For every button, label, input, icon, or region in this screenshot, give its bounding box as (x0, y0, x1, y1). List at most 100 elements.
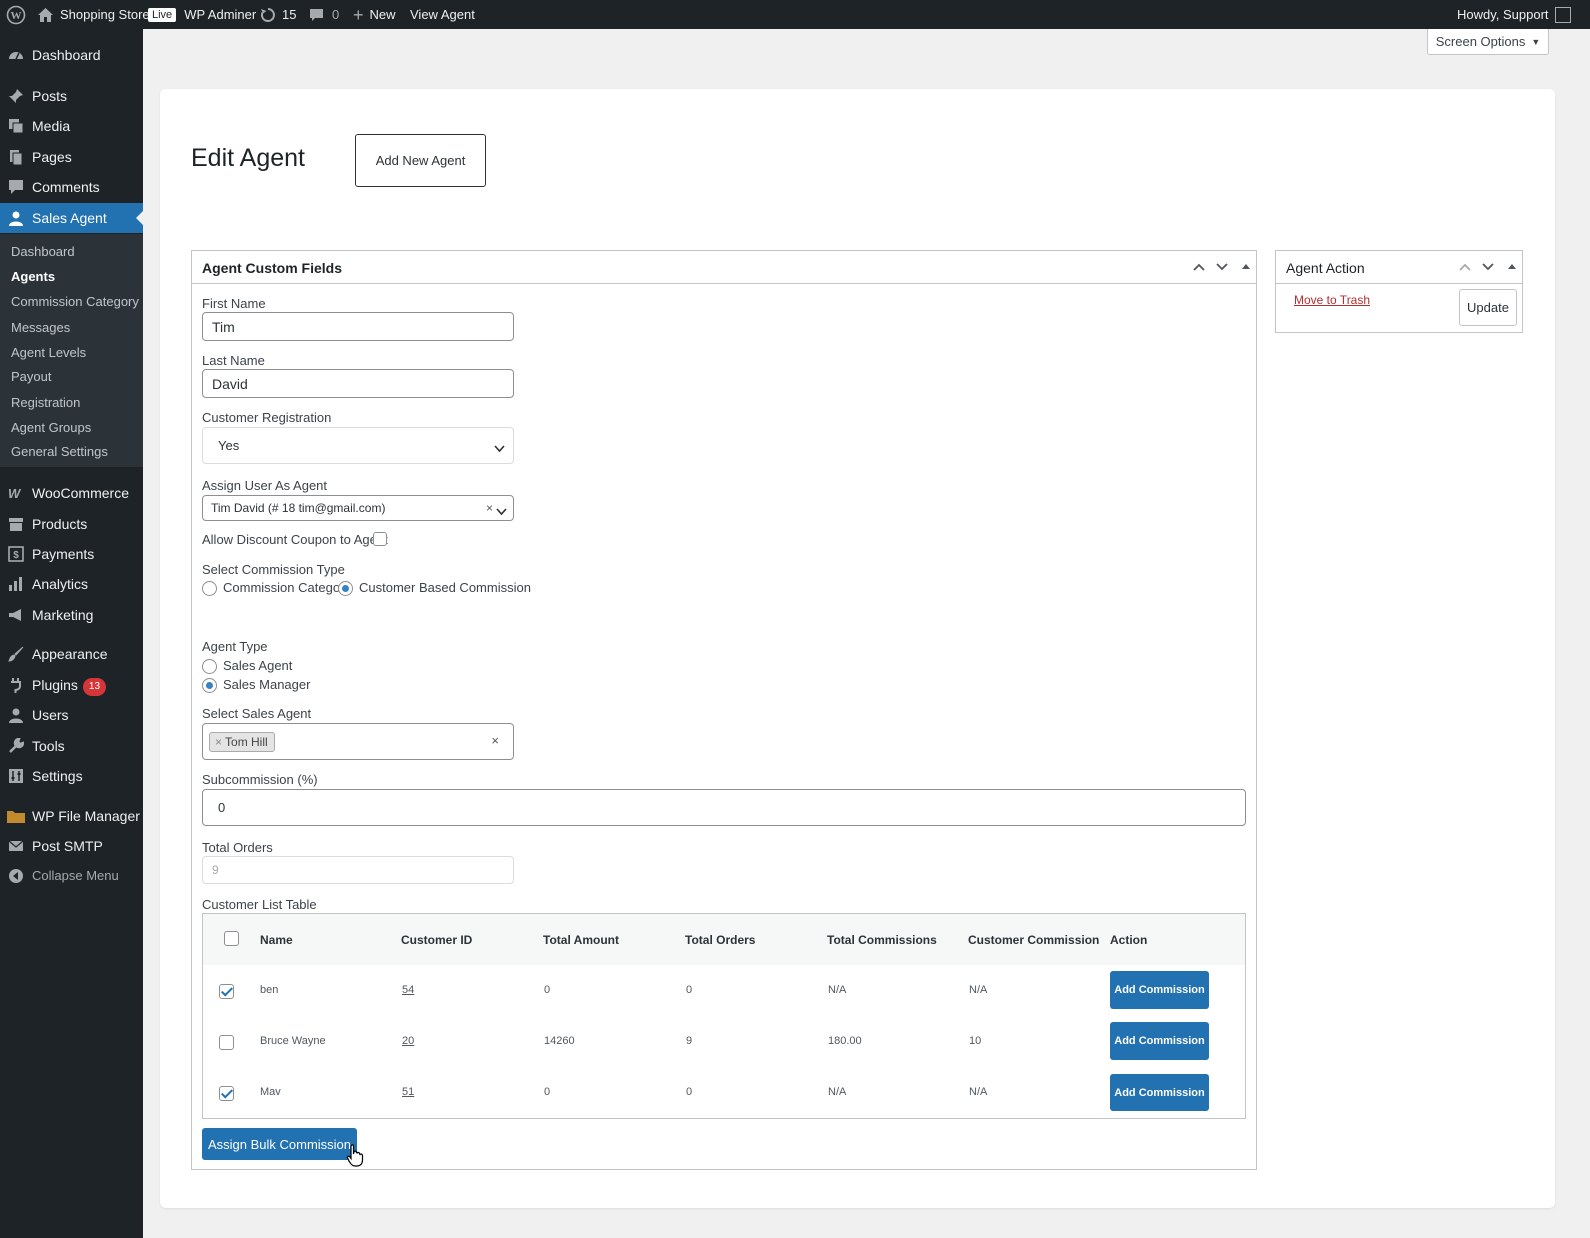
customer-id-link[interactable]: 54 (402, 984, 414, 996)
column-header-total-orders[interactable]: Total Orders (685, 933, 755, 947)
menu-item-woocommerce[interactable]: W WooCommerce (0, 478, 143, 508)
menu-label: Products (32, 516, 88, 532)
toggle-panel-icon[interactable] (1239, 260, 1253, 274)
menu-item-marketing[interactable]: Marketing (0, 600, 143, 630)
menu-label: Dashboard (32, 47, 101, 63)
select-value: Yes (218, 438, 240, 453)
row-checkbox[interactable] (219, 1086, 234, 1101)
new-content-link[interactable]: + New (353, 0, 396, 29)
menu-label: Plugins 13 (32, 677, 107, 696)
menu-item-users[interactable]: Users (0, 700, 143, 730)
plugins-label: Plugins (32, 677, 78, 693)
comments-link[interactable]: 0 (309, 0, 339, 29)
menu-label: Analytics (32, 576, 89, 592)
menu-item-products[interactable]: Products (0, 509, 143, 539)
menu-item-posts[interactable]: Posts (0, 81, 143, 111)
menu-item-payments[interactable]: $ Payments (0, 539, 143, 569)
menu-item-sales-agent[interactable]: Sales Agent (0, 203, 143, 233)
move-down-icon[interactable] (1215, 260, 1229, 274)
menu-item-media[interactable]: Media (0, 111, 143, 141)
clear-selection-icon[interactable]: × (486, 501, 493, 515)
clear-all-icon[interactable]: × (491, 733, 499, 748)
add-commission-button[interactable]: Add Commission (1110, 971, 1209, 1009)
select-sales-agent-multiselect[interactable]: × Tom Hill × (202, 723, 514, 760)
assign-bulk-commission-button[interactable]: Assign Bulk Commission (202, 1128, 357, 1160)
column-header-customer-commission[interactable]: Customer Commission (968, 933, 1099, 947)
customer-id-link[interactable]: 51 (402, 1086, 414, 1098)
submenu-dashboard[interactable]: Dashboard (11, 244, 75, 260)
subcommission-input[interactable]: 0 (202, 789, 1246, 826)
submenu-agent-groups[interactable]: Agent Groups (11, 420, 91, 436)
row-checkbox[interactable] (219, 1035, 234, 1050)
menu-item-wp-file-manager[interactable]: WP File Manager (0, 801, 143, 831)
customer-registration-select[interactable]: Yes (202, 427, 514, 464)
menu-item-plugins[interactable]: Plugins 13 (0, 670, 143, 700)
add-commission-button[interactable]: Add Commission (1110, 1022, 1209, 1060)
sales-manager-radio[interactable] (202, 678, 217, 693)
menu-item-settings[interactable]: Settings (0, 761, 143, 791)
submenu-agent-levels[interactable]: Agent Levels (11, 345, 86, 361)
submenu-messages[interactable]: Messages (11, 320, 70, 336)
home-icon (38, 7, 53, 22)
last-name-input[interactable]: David (202, 369, 514, 398)
column-header-total-commissions[interactable]: Total Commissions (827, 933, 937, 947)
menu-label: Pages (32, 149, 72, 165)
wp-adminer-label: WP Adminer (184, 7, 257, 22)
move-down-icon[interactable] (1481, 260, 1495, 274)
subcommission-label: Subcommission (%) (202, 772, 318, 787)
menu-label: Post SMTP (32, 838, 103, 854)
submenu-agents[interactable]: Agents (11, 269, 55, 285)
toggle-panel-icon[interactable] (1505, 260, 1519, 274)
column-header-customer-id[interactable]: Customer ID (401, 933, 472, 947)
row-checkbox[interactable] (219, 984, 234, 999)
pushpin-icon (8, 88, 24, 104)
submenu-general-settings[interactable]: General Settings (11, 444, 108, 460)
menu-item-comments[interactable]: Comments (0, 172, 143, 202)
assign-user-select[interactable]: Tim David (# 18 tim@gmail.com) × (202, 495, 514, 521)
hand-cursor-icon (346, 1144, 364, 1171)
customer-id-link[interactable]: 20 (402, 1035, 414, 1047)
move-up-icon[interactable] (1458, 260, 1472, 274)
customer-based-commission-radio[interactable] (338, 581, 353, 596)
first-name-input[interactable]: Tim (202, 312, 514, 341)
menu-item-pages[interactable]: Pages (0, 142, 143, 172)
submenu-registration[interactable]: Registration (11, 395, 80, 411)
move-up-icon[interactable] (1192, 260, 1206, 274)
view-agent-link[interactable]: View Agent (410, 0, 475, 29)
move-to-trash-link[interactable]: Move to Trash (1294, 293, 1370, 307)
submenu-commission-category[interactable]: Commission Category (11, 294, 139, 310)
submenu-payout[interactable]: Payout (11, 369, 51, 385)
menu-item-post-smtp[interactable]: Post SMTP (0, 831, 143, 861)
menu-item-tools[interactable]: Tools (0, 731, 143, 761)
sales-agent-radio[interactable] (202, 659, 217, 674)
remove-tag-icon[interactable]: × (215, 735, 222, 749)
column-header-total-amount[interactable]: Total Amount (543, 933, 619, 947)
wordpress-logo-icon[interactable]: W (6, 0, 26, 29)
postbox-header: Agent Action (1276, 251, 1522, 284)
site-name-link[interactable]: Shopping Store (38, 0, 150, 29)
my-account-link[interactable]: Howdy, Support (1457, 0, 1571, 29)
commission-category-radio[interactable] (202, 581, 217, 596)
select-all-checkbox[interactable] (224, 931, 239, 946)
screen-options-button[interactable]: Screen Options ▼ (1427, 29, 1549, 55)
add-new-agent-button[interactable]: Add New Agent (355, 134, 486, 187)
allow-discount-checkbox[interactable] (373, 532, 387, 546)
updates-link[interactable]: 15 (260, 0, 296, 29)
menu-item-appearance[interactable]: Appearance (0, 639, 143, 669)
add-commission-button[interactable]: Add Commission (1110, 1074, 1209, 1111)
update-button[interactable]: Update (1459, 289, 1517, 326)
column-header-name[interactable]: Name (260, 933, 293, 947)
admin-sidebar: Dashboard Posts Media Pages Comments Sal… (0, 29, 143, 1238)
allow-discount-label: Allow Discount Coupon to Agent (202, 532, 388, 547)
customer-commission: N/A (969, 1086, 988, 1098)
megaphone-icon (8, 607, 24, 623)
collapse-menu-button[interactable]: Collapse Menu (0, 861, 143, 891)
menu-item-analytics[interactable]: Analytics (0, 569, 143, 599)
admin-bar: W Shopping Store Live WP Adminer 15 0 + … (0, 0, 1590, 29)
menu-item-dashboard[interactable]: Dashboard (0, 40, 143, 70)
comment-bubble-icon (309, 8, 324, 22)
menu-label: Appearance (32, 646, 108, 662)
wp-adminer-link[interactable]: Live WP Adminer (148, 0, 256, 29)
money-icon: $ (8, 546, 24, 562)
selected-agent-tag: × Tom Hill (209, 731, 275, 752)
